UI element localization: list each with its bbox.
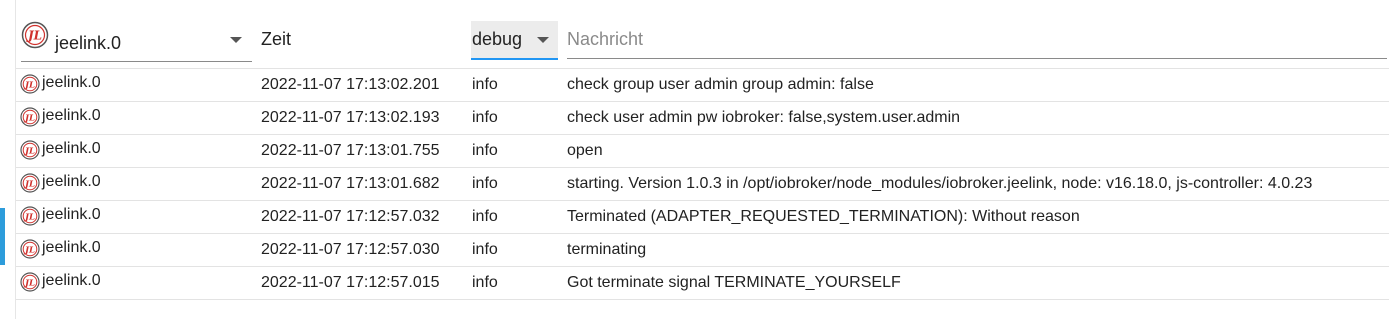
level-filter-select[interactable]: debug (471, 21, 558, 60)
jeelink-logo-icon: JL (20, 140, 40, 160)
log-message: starting. Version 1.0.3 in /opt/iobroker… (567, 175, 1313, 192)
log-time: 2022-11-07 17:13:01.682 (261, 175, 440, 192)
log-row: JL jeelink.0 2022-11-07 17:12:57.030 inf… (16, 234, 1389, 267)
svg-text:JL: JL (23, 113, 35, 123)
jeelink-logo-icon: JL (20, 74, 40, 94)
adapter-filter-value: jeelink.0 (55, 33, 122, 53)
log-time: 2022-11-07 17:13:02.193 (261, 109, 440, 126)
log-row: JL jeelink.0 2022-11-07 17:13:02.193 inf… (16, 102, 1389, 135)
select-underline (21, 61, 252, 62)
log-row: JL jeelink.0 2022-11-07 17:13:02.201 inf… (16, 69, 1389, 102)
log-level: info (472, 142, 498, 159)
log-message: check group user admin group admin: fals… (567, 76, 874, 93)
log-message: Got terminate signal TERMINATE_YOURSELF (567, 274, 901, 291)
log-level: info (472, 76, 498, 93)
log-message: Terminated (ADAPTER_REQUESTED_TERMINATIO… (567, 208, 1080, 225)
log-message: check user admin pw iobroker: false,syst… (567, 109, 961, 126)
log-level: info (472, 241, 498, 258)
jeelink-logo-icon: JL (21, 21, 49, 49)
jeelink-logo-icon: JL (20, 107, 40, 127)
svg-text:JL: JL (23, 80, 35, 90)
log-source-label: jeelink.0 (42, 107, 101, 124)
log-rows: JL jeelink.0 2022-11-07 17:13:02.201 inf… (16, 69, 1389, 300)
log-level: info (472, 109, 498, 126)
svg-text:JL: JL (26, 29, 42, 43)
log-level: info (472, 208, 498, 225)
log-source-label: jeelink.0 (42, 173, 101, 190)
log-row: JL jeelink.0 2022-11-07 17:12:57.032 inf… (16, 201, 1389, 234)
log-time: 2022-11-07 17:12:57.032 (261, 208, 440, 225)
log-table: JL jeelink.0 Zeit debug JL jeelink.0 202… (16, 0, 1389, 300)
log-row: JL jeelink.0 2022-11-07 17:13:01.755 inf… (16, 135, 1389, 168)
jeelink-logo-icon: JL (20, 239, 40, 259)
log-time: 2022-11-07 17:12:57.015 (261, 274, 440, 291)
log-time: 2022-11-07 17:13:01.755 (261, 142, 440, 159)
log-source-label: jeelink.0 (42, 272, 101, 289)
log-row: JL jeelink.0 2022-11-07 17:12:57.015 inf… (16, 267, 1389, 300)
log-level: info (472, 274, 498, 291)
time-column-header: Zeit (261, 29, 292, 49)
log-table-header: JL jeelink.0 Zeit debug (16, 0, 1389, 69)
jeelink-logo-icon: JL (20, 272, 40, 292)
chevron-down-icon (230, 37, 242, 43)
svg-text:JL: JL (23, 146, 35, 156)
svg-text:JL: JL (23, 212, 35, 222)
log-source-label: jeelink.0 (42, 206, 101, 223)
svg-text:JL: JL (23, 278, 35, 288)
active-indicator (0, 208, 5, 265)
chevron-down-icon (537, 37, 549, 43)
message-filter-input[interactable] (567, 21, 1387, 59)
jeelink-logo-icon: JL (20, 206, 40, 226)
svg-text:JL: JL (23, 245, 35, 255)
log-source-label: jeelink.0 (42, 74, 101, 91)
log-message: terminating (567, 241, 647, 258)
message-filter (567, 21, 1389, 59)
log-time: 2022-11-07 17:13:02.201 (261, 76, 440, 93)
jeelink-logo-icon: JL (20, 173, 40, 193)
log-message: open (567, 142, 603, 159)
log-time: 2022-11-07 17:12:57.030 (261, 241, 440, 258)
log-source-label: jeelink.0 (42, 140, 101, 157)
log-source-label: jeelink.0 (42, 239, 101, 256)
svg-text:JL: JL (23, 179, 35, 189)
log-level: info (472, 175, 498, 192)
adapter-filter-select[interactable]: JL jeelink.0 (21, 0, 252, 68)
level-filter-value: debug (472, 29, 523, 49)
select-underline-active (471, 58, 558, 60)
log-row: JL jeelink.0 2022-11-07 17:13:01.682 inf… (16, 168, 1389, 201)
